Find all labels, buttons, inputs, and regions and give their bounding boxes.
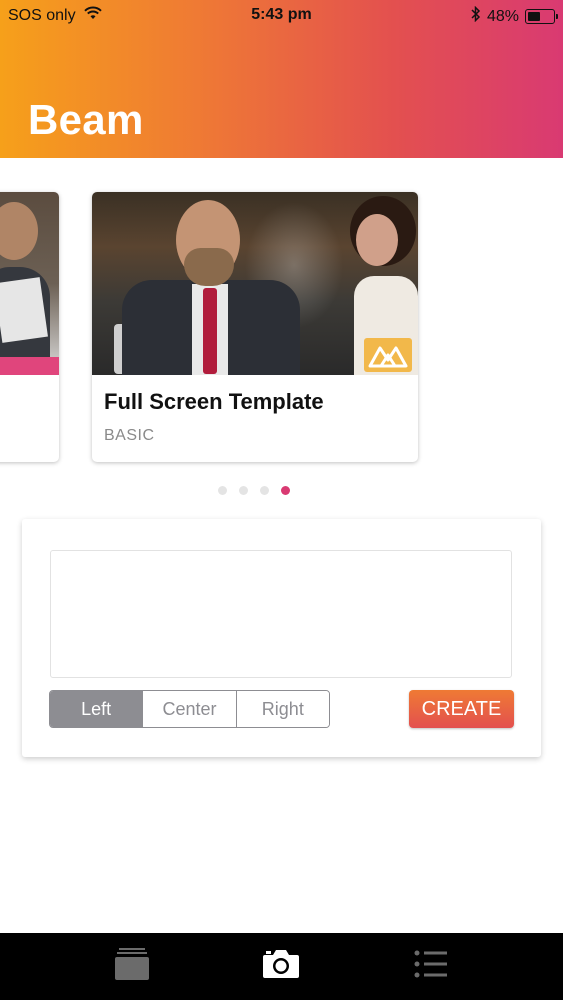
page-dot[interactable]	[239, 486, 248, 495]
tab-list[interactable]	[391, 933, 471, 1000]
tab-bar	[0, 933, 563, 1000]
align-right-button[interactable]: Right	[236, 691, 329, 727]
text-input[interactable]	[50, 550, 512, 678]
alignment-segmented-control[interactable]: Left Center Right	[49, 690, 330, 728]
battery-percent: 48%	[486, 7, 519, 25]
tab-camera[interactable]	[241, 933, 321, 1000]
beard-image	[184, 248, 234, 286]
bluetooth-icon	[471, 5, 481, 27]
camera-icon	[262, 949, 300, 984]
tie-image	[203, 288, 217, 374]
editor-panel: Left Center Right CREATE	[22, 519, 541, 757]
align-center-button[interactable]: Center	[143, 691, 237, 727]
battery-icon	[525, 9, 558, 24]
header: SOS only 5:43 pm 48% Beam	[0, 0, 563, 158]
woman-face-image	[356, 214, 398, 266]
page-dot[interactable]	[218, 486, 227, 495]
align-left-button[interactable]: Left	[50, 691, 144, 727]
page-dot[interactable]	[281, 486, 290, 495]
template-card[interactable]: Full Screen Template BASIC	[92, 192, 418, 462]
beam-logo-icon	[364, 338, 412, 372]
carousel-page-indicator[interactable]	[0, 486, 563, 496]
card-subtitle: BASIC	[104, 427, 155, 444]
status-right: 48%	[471, 5, 558, 27]
page-dot[interactable]	[260, 486, 269, 495]
card-image	[0, 192, 59, 375]
template-card-previous[interactable]	[0, 192, 59, 462]
list-icon	[414, 949, 448, 984]
app-title: Beam	[28, 96, 144, 143]
newspaper-image	[0, 277, 48, 343]
card-title: Full Screen Template	[104, 389, 324, 414]
create-button[interactable]: CREATE	[409, 690, 514, 728]
template-carousel[interactable]: Full Screen Template BASIC	[0, 190, 563, 470]
stack-icon	[114, 947, 150, 986]
person-image	[0, 202, 38, 260]
card-image	[92, 192, 418, 375]
card-accent-strip	[0, 357, 59, 375]
tab-stack[interactable]	[92, 933, 172, 1000]
status-bar: SOS only 5:43 pm 48%	[0, 0, 563, 30]
